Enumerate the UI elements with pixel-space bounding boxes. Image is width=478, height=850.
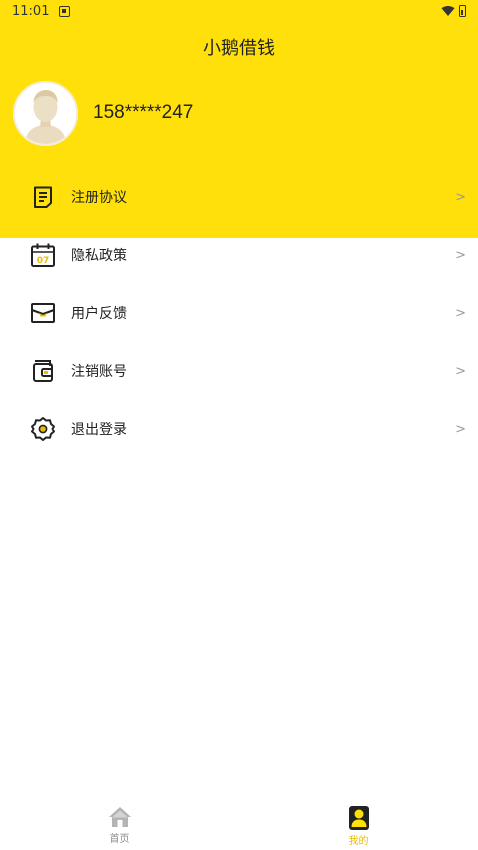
profile-screen: 11:01 小鹅借钱 158*****247 注册协议 > 07 隐私政策 > …	[0, 0, 478, 850]
menu-item-label: 注销账号	[71, 364, 127, 380]
chevron-right-icon: >	[455, 305, 466, 321]
chevron-right-icon: >	[455, 421, 466, 437]
avatar[interactable]	[13, 81, 78, 146]
menu-item-registration-agreement[interactable]: 注册协议 >	[0, 168, 478, 226]
status-bar: 11:01	[0, 0, 478, 22]
menu-item-user-feedback[interactable]: 用户反馈 >	[0, 284, 478, 342]
user-avatar-icon	[15, 83, 76, 144]
tab-label: 首页	[109, 834, 130, 845]
wifi-icon	[441, 5, 455, 16]
menu-item-cancel-account[interactable]: 注销账号 >	[0, 342, 478, 400]
svg-text:07: 07	[37, 256, 50, 266]
bottom-tab-bar: 首页 我的	[0, 800, 478, 850]
document-icon	[30, 184, 56, 210]
tab-label: 我的	[348, 836, 369, 847]
home-icon	[108, 807, 131, 827]
battery-icon	[459, 5, 466, 17]
settings-gear-icon	[30, 416, 56, 442]
notification-icon	[59, 5, 71, 17]
user-icon	[348, 806, 369, 830]
wallet-icon	[30, 358, 56, 384]
tab-home[interactable]: 首页	[0, 800, 239, 850]
chevron-right-icon: >	[455, 189, 466, 205]
menu-item-logout[interactable]: 退出登录 >	[0, 400, 478, 458]
menu-item-privacy-policy[interactable]: 07 隐私政策 >	[0, 226, 478, 284]
settings-menu: 注册协议 > 07 隐私政策 > 用户反馈 > 注销账号 > 退出登录 >	[0, 168, 478, 458]
menu-item-label: 隐私政策	[71, 248, 127, 264]
phone-number: 158*****247	[93, 102, 194, 123]
menu-item-label: 用户反馈	[71, 306, 127, 322]
status-indicators	[441, 5, 466, 17]
chevron-right-icon: >	[455, 363, 466, 379]
mail-icon	[30, 300, 56, 326]
page-title: 小鹅借钱	[203, 38, 275, 59]
tab-mine[interactable]: 我的	[239, 800, 478, 850]
chevron-right-icon: >	[455, 247, 466, 263]
menu-item-label: 注册协议	[71, 190, 127, 206]
calendar-icon: 07	[30, 242, 56, 268]
status-time: 11:01	[12, 3, 50, 19]
menu-item-label: 退出登录	[71, 422, 127, 438]
